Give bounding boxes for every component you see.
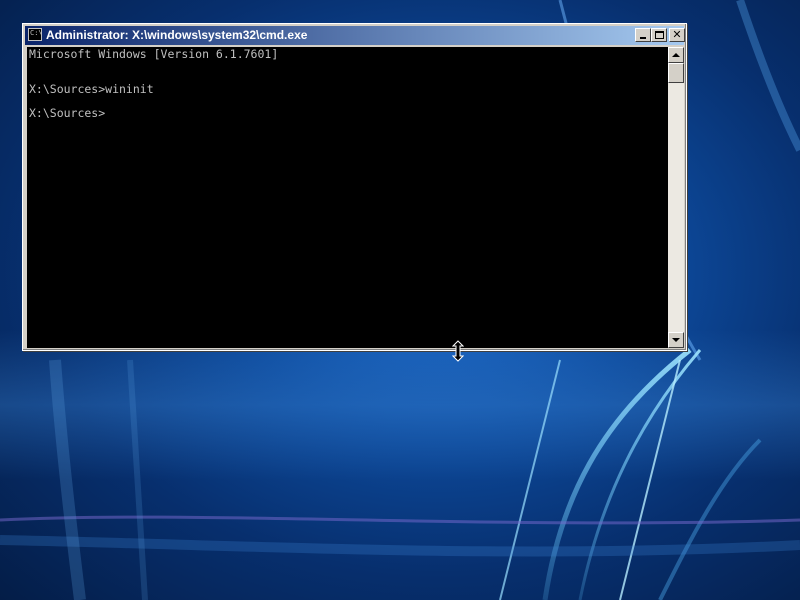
console-line: Microsoft Windows [Version 6.1.7601]: [29, 47, 279, 61]
maximize-icon: [655, 31, 664, 39]
down-arrow-icon: [672, 338, 680, 342]
close-icon: ✕: [672, 28, 682, 41]
console-output[interactable]: Microsoft Windows [Version 6.1.7601] X:\…: [27, 47, 668, 348]
cmd-icon-glyph: C:\: [30, 29, 43, 37]
scroll-down-button[interactable]: [668, 332, 684, 348]
maximize-button[interactable]: [651, 28, 667, 42]
console-line: X:\Sources>wininit: [29, 82, 154, 96]
minimize-button[interactable]: [635, 28, 651, 42]
vertical-resize-cursor-icon: [452, 340, 464, 362]
cmd-window[interactable]: C:\ Administrator: X:\windows\system32\c…: [22, 23, 687, 351]
desktop: C:\ Administrator: X:\windows\system32\c…: [0, 0, 800, 600]
vertical-scrollbar[interactable]: [668, 47, 684, 348]
scroll-thumb[interactable]: [668, 63, 684, 83]
window-title: Administrator: X:\windows\system32\cmd.e…: [46, 28, 308, 42]
console-prompt: X:\Sources>: [29, 106, 106, 120]
cmd-icon[interactable]: C:\: [28, 28, 43, 41]
title-bar[interactable]: C:\ Administrator: X:\windows\system32\c…: [25, 26, 685, 45]
scroll-up-button[interactable]: [668, 47, 684, 63]
minimize-icon: [640, 37, 646, 39]
up-arrow-icon: [672, 53, 680, 57]
close-button[interactable]: ✕: [669, 28, 685, 42]
